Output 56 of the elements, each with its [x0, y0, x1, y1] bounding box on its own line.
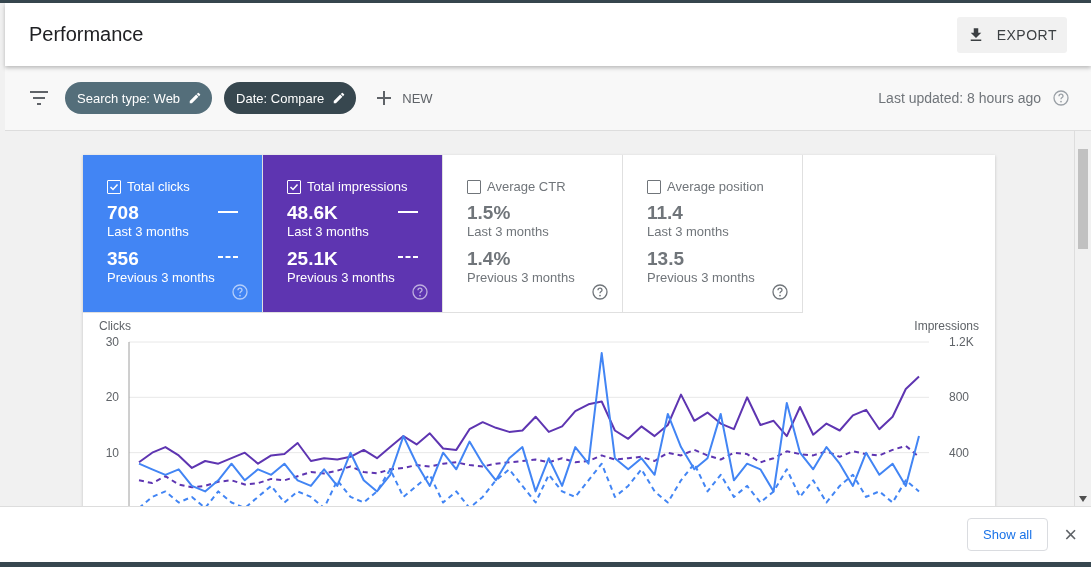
help-icon[interactable] [1053, 90, 1069, 106]
metric-label: Average position [667, 179, 764, 194]
help-icon[interactable] [592, 284, 608, 300]
period-label: Previous 3 months [467, 270, 575, 286]
dashed-line-icon [218, 256, 238, 258]
period-label: Previous 3 months [107, 270, 215, 286]
solid-line-icon [218, 211, 238, 213]
metric-tab[interactable]: Average position 11.4 Last 3 months 13.5 Previous 3 months [623, 155, 803, 313]
new-filter-button[interactable]: NEW [368, 90, 441, 106]
close-button[interactable]: × [1060, 521, 1081, 548]
period-label: Last 3 months [647, 224, 729, 240]
check-icon [289, 181, 299, 192]
check-icon [109, 181, 119, 192]
checkbox[interactable] [467, 179, 481, 194]
last-updated-text: Last updated: 8 hours ago [878, 90, 1041, 106]
scrollbar[interactable] [1074, 131, 1091, 506]
axis-title: Impressions [914, 319, 979, 333]
dashed-line-icon [398, 256, 418, 258]
axis-title: Clicks [99, 319, 131, 333]
tick-label: 1.2K [949, 335, 974, 349]
show-all-button[interactable]: Show all [967, 518, 1049, 551]
metric-label: Total impressions [307, 179, 408, 194]
metric-value: 48.6K [287, 202, 338, 224]
period-label: Last 3 months [107, 224, 189, 240]
metric-value: 11.4 [647, 202, 683, 224]
checkbox[interactable] [647, 179, 661, 194]
scroll-down-arrow-icon[interactable] [1079, 496, 1087, 502]
metric-value: 708 [107, 202, 139, 224]
tick-label: 10 [105, 445, 119, 460]
tick-label: 30 [105, 335, 119, 349]
export-button[interactable]: EXPORT [956, 16, 1067, 53]
edit-icon [332, 91, 347, 105]
metric-value: 1.4% [467, 248, 511, 270]
period-label: Last 3 months [467, 224, 549, 240]
metric-label: Average CTR [487, 179, 566, 194]
period-label: Previous 3 months [287, 270, 395, 286]
metric-value: 13.5 [647, 248, 684, 270]
metric-tab[interactable]: Average CTR 1.5% Last 3 months 1.4% Previous 3 months [443, 155, 623, 313]
metric-label: Total clicks [127, 179, 190, 194]
tick-label: 400 [949, 445, 970, 460]
tick-label: 20 [105, 390, 119, 405]
tick-label: 800 [949, 390, 970, 405]
help-icon[interactable] [772, 284, 788, 300]
metric-value: 356 [107, 248, 139, 270]
metric-value: 25.1K [287, 248, 338, 270]
solid-line-icon [398, 211, 418, 213]
period-label: Last 3 months [287, 224, 369, 240]
scroll-thumb[interactable] [1078, 149, 1088, 249]
period-label: Previous 3 months [647, 270, 755, 286]
filter-icon[interactable] [29, 91, 49, 105]
page-title: Performance [29, 23, 144, 46]
plus-icon [376, 90, 393, 106]
filter-chip[interactable]: Date: Compare [224, 82, 357, 114]
edit-icon [188, 91, 203, 105]
filter-chip[interactable]: Search type: Web [65, 82, 213, 114]
metric-value: 1.5% [467, 202, 511, 224]
